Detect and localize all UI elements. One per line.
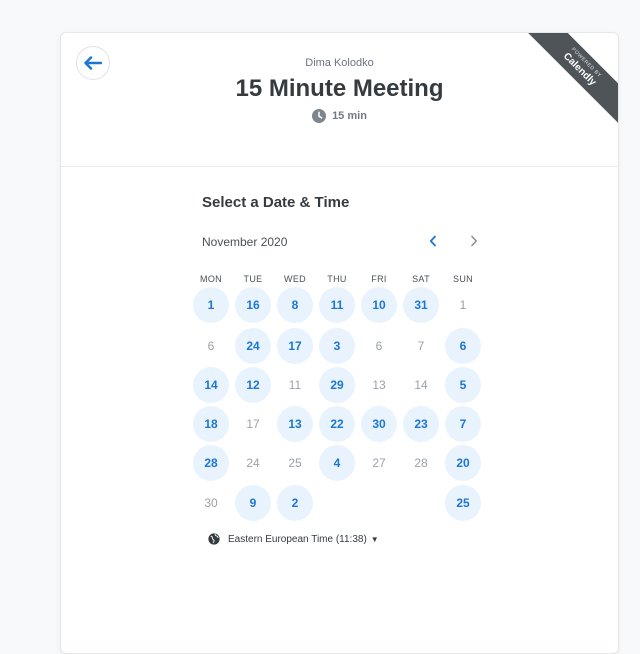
unavailable-date: 6 <box>375 339 383 353</box>
available-date-button[interactable]: 17 <box>277 328 313 364</box>
unavailable-date: 6 <box>207 339 215 353</box>
unavailable-date: 14 <box>414 378 428 392</box>
available-date-button[interactable]: 14 <box>193 367 229 403</box>
available-date-button[interactable]: 8 <box>277 287 313 323</box>
unavailable-date: 25 <box>288 456 302 470</box>
available-date-button[interactable]: 20 <box>445 445 481 481</box>
clock-icon <box>312 109 327 123</box>
chevron-left-icon <box>429 235 436 247</box>
unavailable-date: 28 <box>414 456 428 470</box>
available-date-button[interactable]: 3 <box>319 328 355 364</box>
available-date-button[interactable]: 2 <box>277 485 313 521</box>
available-date-button[interactable]: 13 <box>277 406 313 442</box>
globe-icon <box>208 533 220 545</box>
unavailable-date: 11 <box>288 378 302 392</box>
unavailable-date: 7 <box>417 339 425 353</box>
booking-card: POWERED BY Calendly Dima Kolodko 15 Minu… <box>60 32 619 654</box>
available-date-button[interactable]: 5 <box>445 367 481 403</box>
available-date-button[interactable]: 24 <box>235 328 271 364</box>
chevron-right-icon <box>471 235 477 247</box>
host-name: Dima Kolodko <box>305 57 374 69</box>
available-date-button[interactable]: 1 <box>193 287 229 323</box>
weekday-thu: THU <box>327 274 347 284</box>
unavailable-date: 13 <box>372 378 386 392</box>
available-date-button[interactable]: 6 <box>445 328 481 364</box>
unavailable-date: 17 <box>246 417 260 431</box>
timezone-label: Eastern European Time (11:38) <box>228 533 367 545</box>
unavailable-date: 30 <box>204 496 218 510</box>
header-divider <box>61 166 618 167</box>
available-date-button[interactable]: 4 <box>319 445 355 481</box>
unavailable-date: 24 <box>246 456 260 470</box>
event-duration: 15 min <box>61 109 618 123</box>
weekday-wed: WED <box>284 274 306 284</box>
available-date-button[interactable]: 11 <box>319 287 355 323</box>
available-date-button[interactable]: 7 <box>445 406 481 442</box>
available-date-button[interactable]: 28 <box>193 445 229 481</box>
duration-label: 15 min <box>332 110 367 122</box>
available-date-button[interactable]: 25 <box>445 485 481 521</box>
month-label: November 2020 <box>202 235 288 249</box>
available-date-button[interactable]: 31 <box>403 287 439 323</box>
weekday-sun: SUN <box>453 274 473 284</box>
timezone-selector[interactable]: Eastern European Time (11:38) ▼ <box>208 533 379 545</box>
weekday-mon: MON <box>200 274 222 284</box>
event-title: 15 Minute Meeting <box>235 75 444 102</box>
available-date-button[interactable]: 29 <box>319 367 355 403</box>
available-date-button[interactable]: 30 <box>361 406 397 442</box>
unavailable-date: 1 <box>459 298 467 312</box>
available-date-button[interactable]: 12 <box>235 367 271 403</box>
available-date-button[interactable]: 22 <box>319 406 355 442</box>
unavailable-date: 27 <box>372 456 386 470</box>
weekday-sat: SAT <box>412 274 430 284</box>
available-date-button[interactable]: 9 <box>235 485 271 521</box>
next-month-button[interactable] <box>462 229 486 253</box>
available-date-button[interactable]: 18 <box>193 406 229 442</box>
available-date-button[interactable]: 23 <box>403 406 439 442</box>
weekday-tue: TUE <box>243 274 263 284</box>
section-title: Select a Date & Time <box>202 194 350 211</box>
available-date-button[interactable]: 16 <box>235 287 271 323</box>
previous-month-button[interactable] <box>421 229 445 253</box>
weekday-fri: FRI <box>371 274 387 284</box>
available-date-button[interactable]: 10 <box>361 287 397 323</box>
caret-down-icon: ▼ <box>370 534 379 544</box>
